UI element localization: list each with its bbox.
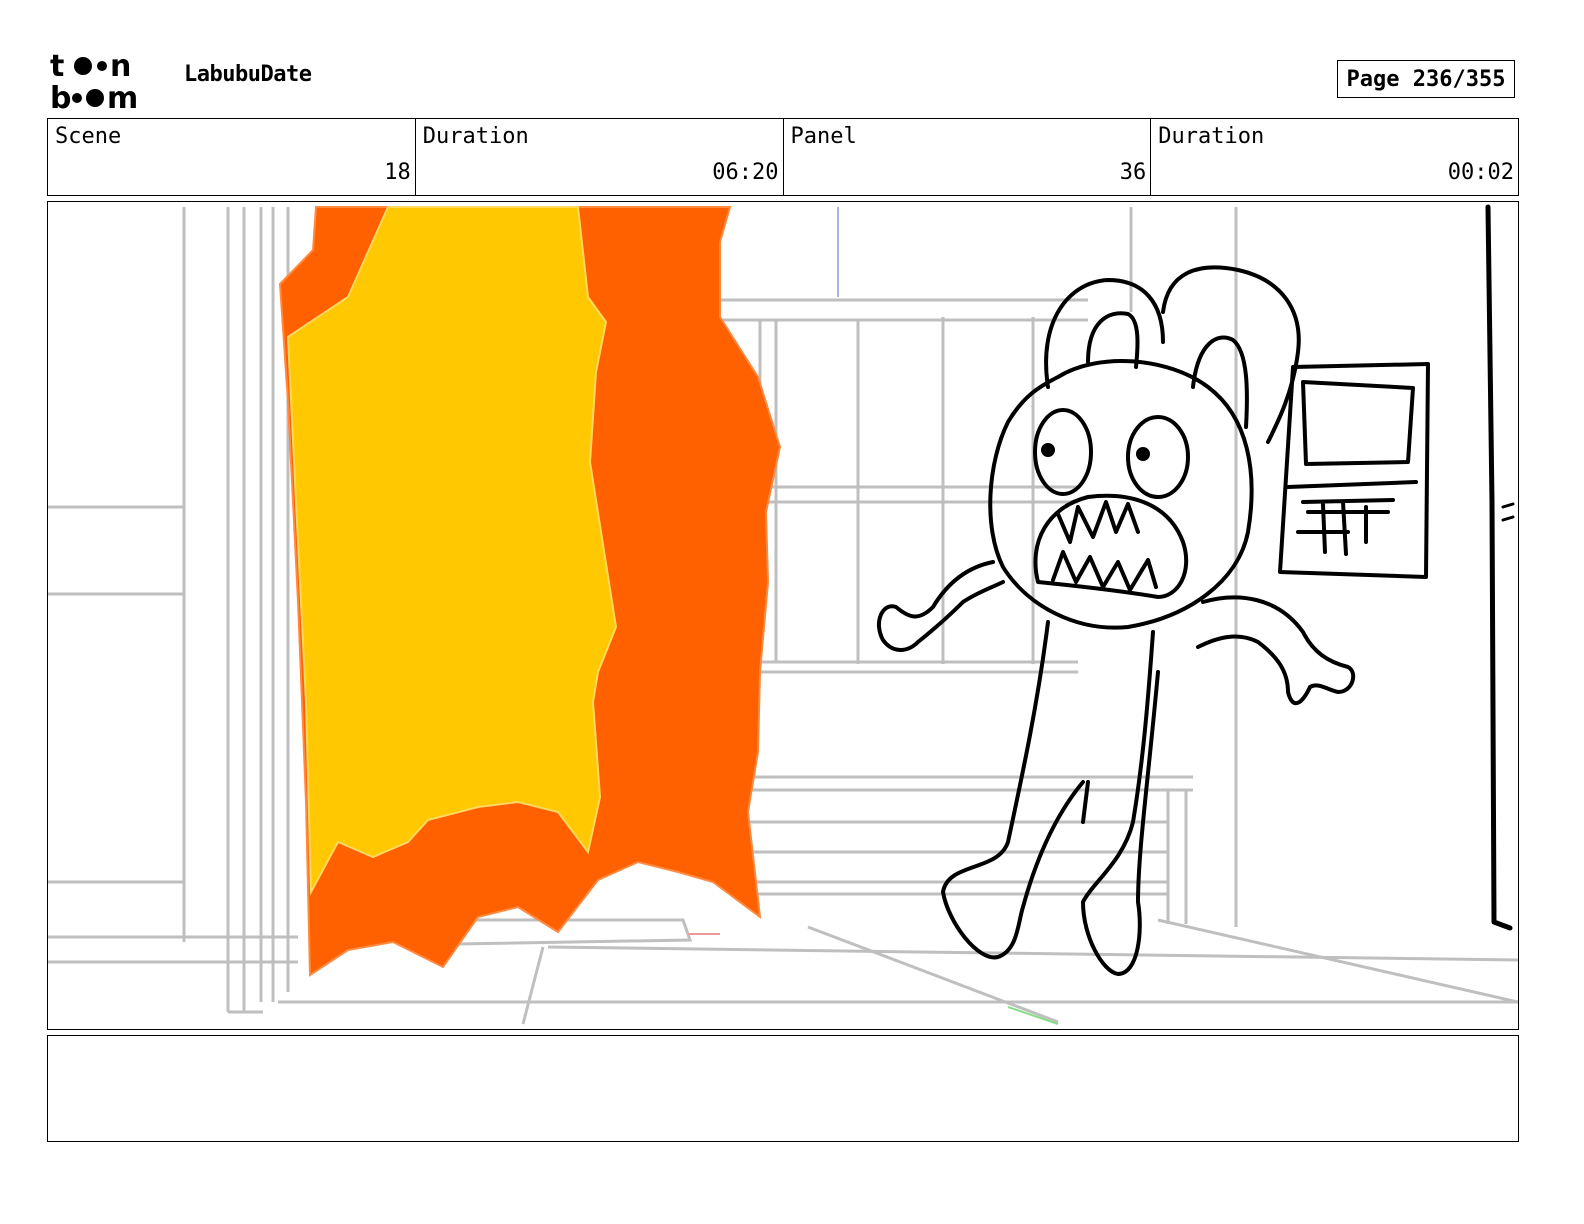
- storyboard-panel: [47, 201, 1519, 1030]
- panel-value: 36: [1119, 160, 1147, 185]
- scene-value: 18: [384, 160, 411, 185]
- toon-boom-logo: t n b m: [50, 50, 138, 112]
- panel-duration-label: Duration: [1158, 124, 1265, 149]
- svg-text:b: b: [50, 81, 71, 112]
- labubu-character: [876, 204, 1515, 976]
- scene-duration-cell: Duration 06:20: [416, 119, 784, 195]
- panel-cell: Panel 36: [784, 119, 1152, 195]
- panel-artwork: [48, 204, 1518, 1025]
- panel-duration-value: 00:02: [1447, 160, 1514, 185]
- scene-label: Scene: [55, 124, 122, 149]
- scene-duration-value: 06:20: [712, 160, 779, 185]
- scene-duration-label: Duration: [422, 124, 529, 149]
- svg-text:m: m: [107, 81, 138, 112]
- curtain: [278, 206, 782, 977]
- project-title: LabubuDate: [184, 62, 312, 87]
- panel-label: Panel: [790, 124, 857, 149]
- caption-box: [47, 1035, 1519, 1142]
- panel-info-row: Scene 18 Duration 06:20 Panel 36 Duratio…: [47, 118, 1519, 196]
- svg-text:n: n: [110, 50, 131, 84]
- panel-duration-cell: Duration 00:02: [1151, 119, 1518, 195]
- svg-text:t: t: [50, 50, 64, 84]
- scene-cell: Scene 18: [48, 119, 416, 195]
- page-number: Page 236/355: [1337, 60, 1515, 98]
